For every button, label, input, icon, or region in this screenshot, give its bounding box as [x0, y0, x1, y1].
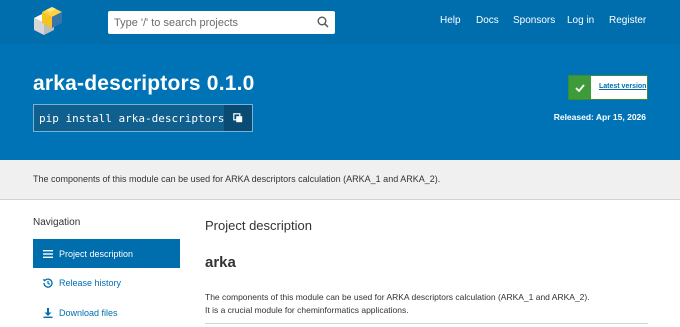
check-icon — [569, 76, 591, 99]
search-input[interactable] — [108, 11, 308, 34]
nav-sponsors-link[interactable]: Sponsors — [513, 15, 555, 26]
nav-register-link[interactable]: Register — [609, 15, 646, 26]
top-navbar: Help Docs Sponsors Log in Register — [0, 0, 680, 44]
nav-help-link[interactable]: Help — [440, 15, 461, 26]
sidebar-item-project-description[interactable]: Project description — [33, 239, 180, 268]
sidebar-item-label: Project description — [59, 248, 134, 259]
nav-docs-link[interactable]: Docs — [476, 15, 499, 26]
package-title: arka-descriptors 0.1.0 — [33, 72, 255, 95]
nav-login-link[interactable]: Log in — [567, 15, 594, 26]
latest-version-badge[interactable]: Latest version — [568, 75, 648, 100]
copy-icon — [233, 113, 243, 123]
history-icon — [43, 278, 53, 288]
readme-paragraph: It is a crucial module for cheminformati… — [205, 305, 409, 315]
readme-paragraph: The components of this module can be use… — [205, 292, 590, 302]
readme-heading: arka — [205, 254, 236, 271]
pypi-logo-icon[interactable] — [30, 4, 66, 40]
sidebar-item-label: Download files — [59, 307, 118, 318]
sidebar-item-download-files[interactable]: Download files — [33, 298, 180, 327]
copy-button[interactable] — [224, 105, 252, 131]
package-summary-band: The components of this module can be use… — [0, 160, 680, 200]
content-divider — [205, 323, 648, 324]
download-icon — [43, 307, 53, 318]
pip-install-box: pip install arka-descriptors — [33, 104, 253, 132]
list-icon — [43, 249, 53, 259]
search-icon[interactable] — [317, 16, 329, 28]
navigation-title: Navigation — [33, 217, 81, 228]
release-date: Released: Apr 15, 2026 — [553, 112, 646, 122]
project-description-title: Project description — [205, 218, 312, 233]
pip-command: pip install arka-descriptors — [39, 112, 225, 125]
search-box — [108, 11, 335, 34]
latest-version-link[interactable]: Latest version — [599, 83, 646, 90]
package-summary: The components of this module can be use… — [33, 174, 441, 184]
sidebar-item-label: Release history — [59, 277, 122, 288]
sidebar-item-release-history[interactable]: Release history — [33, 268, 180, 297]
package-header: arka-descriptors 0.1.0 pip install arka-… — [0, 44, 680, 160]
